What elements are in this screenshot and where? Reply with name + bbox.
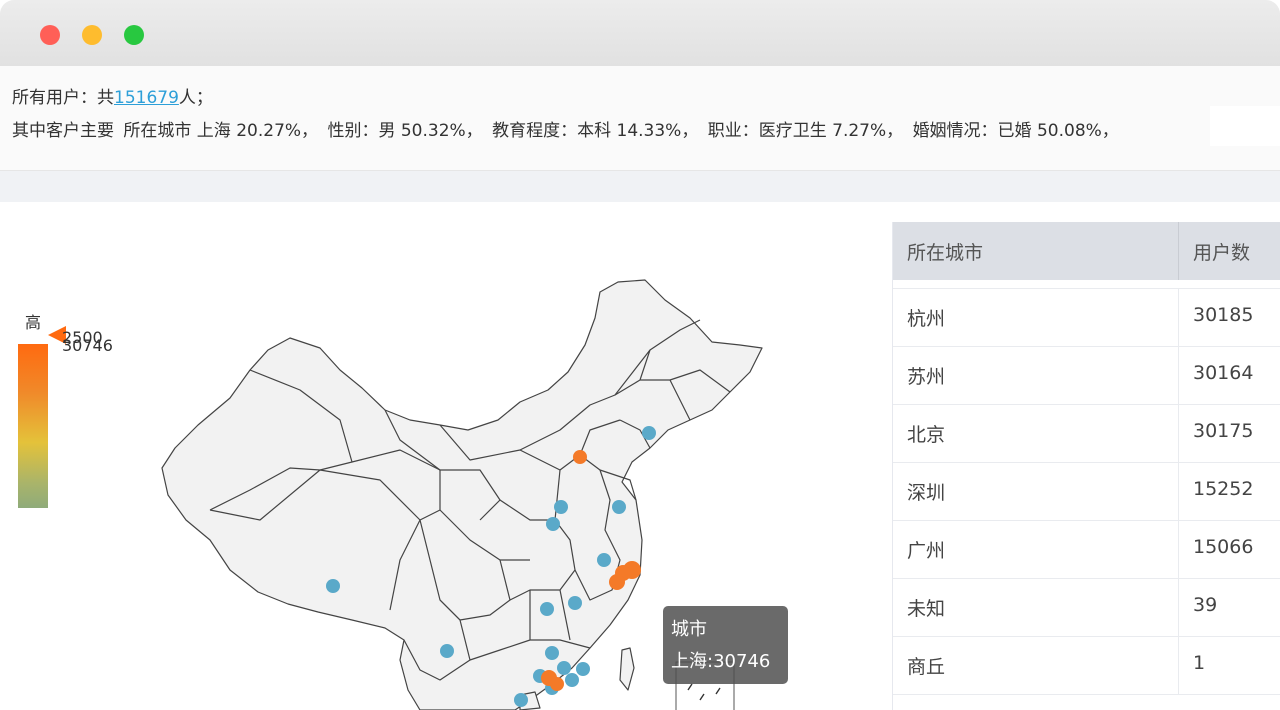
table-header: 所在城市 用户数 [893,222,1280,280]
map-point-low[interactable] [546,517,560,531]
user-summary: 所有用户：共151679人； 其中客户主要 所在城市 上海 20.27%， 性别… [0,66,1280,171]
cell-users: 1 [1193,652,1206,674]
map-point-low[interactable] [642,426,656,440]
map-point-low[interactable] [565,673,579,687]
map-point-low[interactable] [554,500,568,514]
city-user-table: 所在城市 用户数 杭州 30185 苏州 30164 北京 30175 深圳 1… [892,222,1280,710]
map-point-low[interactable] [612,500,626,514]
table-row[interactable]: 深圳 15252 [893,463,1280,521]
tooltip-content: 上海:30746 [671,651,771,672]
total-suffix: 人； [178,88,213,108]
cell-users: 15066 [1193,536,1254,558]
map-point-low[interactable] [597,553,611,567]
column-separator [1178,637,1179,694]
table-row[interactable]: 未知 39 [893,579,1280,637]
map-point-low[interactable] [540,602,554,616]
summary-line-total: 所有用户：共151679人； [12,83,213,108]
column-separator [1178,222,1179,280]
cell-city: 苏州 [907,366,946,388]
table-row[interactable]: 广州 15066 [893,521,1280,579]
summary-overflow-mask [1210,106,1280,146]
window-titlebar [0,0,1280,67]
column-separator [1178,463,1179,520]
summary-line-details: 其中客户主要 所在城市 上海 20.27%， 性别：男 50.32%， 教育程度… [12,116,1123,141]
map-point-shenzhen[interactable] [550,677,564,691]
column-separator [1178,347,1179,404]
table-row[interactable]: 北京 30175 [893,405,1280,463]
cell-users: 39 [1193,594,1218,616]
cell-city: 广州 [907,540,946,562]
cell-users: 30175 [1193,420,1254,442]
map-point-low[interactable] [326,579,340,593]
section-divider [0,171,1280,202]
table-spacer [893,280,1280,289]
map-point-beijing[interactable] [573,450,587,464]
table-row[interactable]: 杭州 30185 [893,289,1280,347]
map-point-hangzhou[interactable] [609,574,625,590]
column-separator [1178,289,1179,346]
cell-city: 深圳 [907,482,946,504]
cell-users: 15252 [1193,478,1254,500]
visualmap-high-label: 高 [25,313,42,332]
map-tooltip: 城市 上海:30746 [663,606,788,684]
visualmap-max-value: 30746 [62,336,113,355]
column-separator [1178,405,1179,462]
map-point-low[interactable] [440,644,454,658]
cell-users: 30185 [1193,304,1254,326]
table-row[interactable]: 苏州 30164 [893,347,1280,405]
close-window-button[interactable] [40,25,60,45]
map-point-low[interactable] [568,596,582,610]
map-point-low[interactable] [545,646,559,660]
cell-users: 30164 [1193,362,1254,384]
column-header-users[interactable]: 用户数 [1193,238,1250,265]
summary-occupation: 职业：医疗卫生 7.27%， [707,121,904,141]
map-point-low[interactable] [576,662,590,676]
island-taiwan [619,647,635,691]
cell-city: 商丘 [907,656,946,678]
cell-city: 未知 [907,598,946,620]
column-header-city[interactable]: 所在城市 [907,238,983,265]
table-row[interactable]: 商丘 1 [893,637,1280,695]
column-separator [1178,521,1179,578]
total-prefix: 所有用户：共 [12,88,114,108]
summary-marital: 婚姻情况：已婚 50.08%， [912,121,1119,141]
summary-gender: 性别：男 50.32%， [327,121,483,141]
total-users-link[interactable]: 151679 [114,88,179,108]
cell-city: 北京 [907,424,946,446]
map-point-low[interactable] [514,693,528,707]
map-point-low[interactable] [557,661,571,675]
summary-intro: 其中客户主要 [12,121,114,141]
cell-city: 杭州 [907,308,946,330]
maximize-window-button[interactable] [124,25,144,45]
tooltip-title: 城市 [671,619,707,640]
visualmap-gradient-bar[interactable] [18,344,48,508]
summary-city: 所在城市 上海 20.27%， [123,121,319,141]
column-separator [1178,579,1179,636]
minimize-window-button[interactable] [82,25,102,45]
summary-education: 教育程度：本科 14.33%， [492,121,699,141]
